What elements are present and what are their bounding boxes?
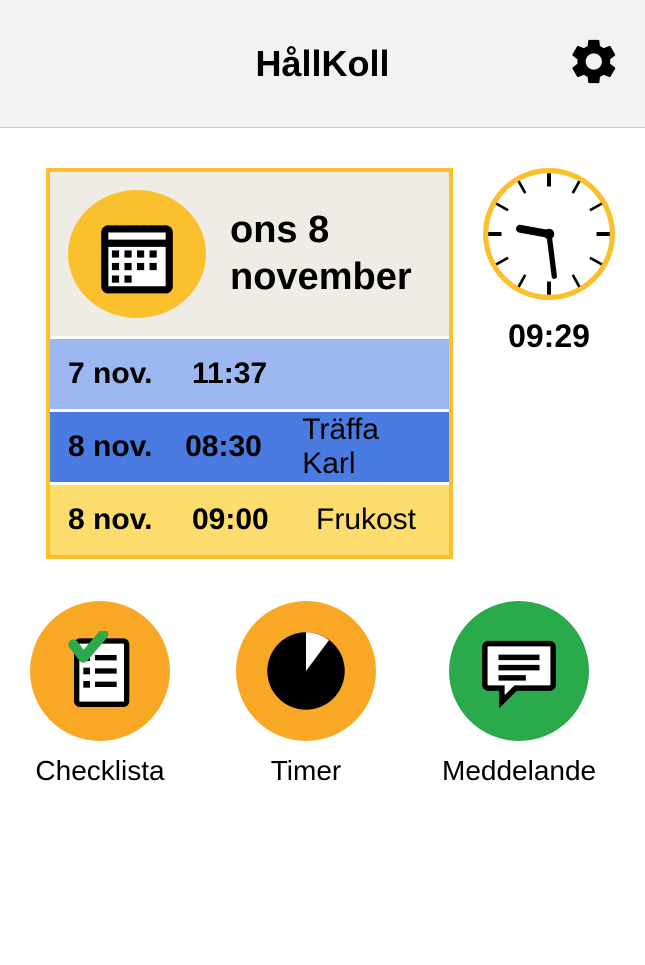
timer-icon-badge — [236, 601, 376, 741]
calendar-icon — [94, 211, 180, 297]
gear-icon — [567, 34, 621, 88]
checklist-label: Checklista — [35, 755, 164, 787]
message-button[interactable]: Meddelande — [442, 601, 596, 787]
event-date: 8 nov. — [68, 503, 168, 537]
message-label: Meddelande — [442, 755, 596, 787]
settings-button[interactable] — [567, 34, 621, 93]
checklist-button[interactable]: Checklista — [30, 601, 170, 787]
app-header: HållKoll — [0, 0, 645, 128]
message-icon — [478, 630, 560, 712]
event-row[interactable]: 8 nov. 09:00 Frukost — [50, 482, 449, 555]
app-title: HållKoll — [255, 43, 389, 85]
event-row[interactable]: 8 nov. 08:30 Träffa Karl — [50, 409, 449, 482]
clock-widget: 09:29 — [483, 168, 615, 559]
event-date: 7 nov. — [68, 357, 168, 391]
clock-time: 09:29 — [508, 318, 590, 355]
checklist-icon — [60, 631, 140, 711]
calendar-date-line2: november — [230, 254, 412, 302]
calendar-header: ons 8 november — [50, 172, 449, 336]
calendar-date: ons 8 november — [230, 207, 412, 302]
timer-button[interactable]: Timer — [236, 601, 376, 787]
clock-face-icon — [483, 168, 615, 300]
calendar-date-line1: ons 8 — [230, 207, 412, 255]
event-time: 11:37 — [192, 357, 292, 391]
event-time: 09:00 — [192, 503, 292, 537]
checklist-icon-badge — [30, 601, 170, 741]
event-time: 08:30 — [185, 430, 278, 464]
event-row[interactable]: 7 nov. 11:37 — [50, 336, 449, 409]
timer-icon — [262, 627, 350, 715]
timer-label: Timer — [271, 755, 342, 787]
calendar-icon-badge — [68, 190, 206, 318]
calendar-card[interactable]: ons 8 november 7 nov. 11:37 8 nov. 08:30… — [46, 168, 453, 559]
event-title: Frukost — [316, 503, 416, 537]
event-title: Träffa Karl — [302, 413, 431, 481]
message-icon-badge — [449, 601, 589, 741]
event-date: 8 nov. — [68, 430, 161, 464]
